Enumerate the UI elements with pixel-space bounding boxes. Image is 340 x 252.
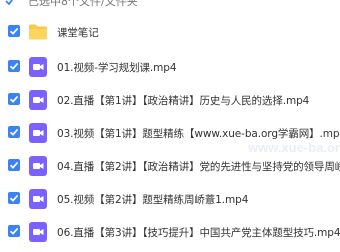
- row-checkbox[interactable]: [8, 93, 20, 105]
- file-name: 01.视频-学习规划课.mp4: [57, 62, 177, 74]
- video-file-icon: [29, 222, 47, 242]
- check-icon: [9, 128, 19, 136]
- file-row[interactable]: 02.直播【第1讲】【政治精讲】历史与人民的选择.mp4: [0, 87, 340, 113]
- check-icon: [9, 27, 19, 35]
- file-row[interactable]: 课堂笔记: [0, 19, 340, 45]
- file-name: 06.直播【第3讲】【技巧提升】中国共产党主体题型技巧.mp4: [57, 227, 340, 239]
- video-file-icon: [29, 189, 47, 209]
- row-checkbox[interactable]: [8, 159, 20, 171]
- file-row[interactable]: 05.视频【第2讲】题型精练周峤薏1.mp4: [0, 186, 340, 212]
- video-file-icon: [29, 123, 47, 143]
- row-checkbox[interactable]: [8, 60, 20, 72]
- file-list-panel: 已选中8个文件/文件夹 课堂笔记 01.视频-学习规划课.mp4 02.直播【第…: [0, 0, 340, 252]
- video-file-icon: [29, 156, 47, 176]
- video-file-icon: [29, 57, 47, 77]
- check-icon: [9, 161, 19, 169]
- file-name: 03.视频【第1讲】题型精练【www.xue-ba.org学霸网】.mp4: [57, 128, 340, 140]
- file-row[interactable]: 06.直播【第3讲】【技巧提升】中国共产党主体题型技巧.mp4: [0, 219, 340, 245]
- check-icon: [9, 194, 19, 202]
- file-name: 04.直播【第2讲】【政治精讲】党的先进性与坚持党的领导周峤薏1.mp4: [57, 161, 340, 173]
- check-icon: [9, 95, 19, 103]
- row-checkbox[interactable]: [8, 192, 20, 204]
- file-row[interactable]: 04.直播【第2讲】【政治精讲】党的先进性与坚持党的领导周峤薏1.mp4: [0, 153, 340, 179]
- row-checkbox[interactable]: [8, 25, 20, 37]
- file-name: 课堂笔记: [57, 27, 99, 39]
- folder-icon: [29, 24, 47, 40]
- file-name: 02.直播【第1讲】【政治精讲】历史与人民的选择.mp4: [57, 95, 310, 107]
- selection-header: 已选中8个文件/文件夹: [0, 0, 340, 9]
- row-checkbox[interactable]: [8, 126, 20, 138]
- check-icon: [9, 227, 19, 235]
- row-checkbox[interactable]: [8, 225, 20, 237]
- video-file-icon: [29, 90, 47, 110]
- check-icon: [5, 0, 14, 6]
- file-row[interactable]: 03.视频【第1讲】题型精练【www.xue-ba.org学霸网】.mp4: [0, 120, 340, 146]
- file-row[interactable]: 01.视频-学习规划课.mp4: [0, 54, 340, 80]
- selection-count-text: 已选中8个文件/文件夹: [28, 0, 138, 8]
- file-name: 05.视频【第2讲】题型精练周峤薏1.mp4: [57, 194, 249, 206]
- check-icon: [9, 62, 19, 70]
